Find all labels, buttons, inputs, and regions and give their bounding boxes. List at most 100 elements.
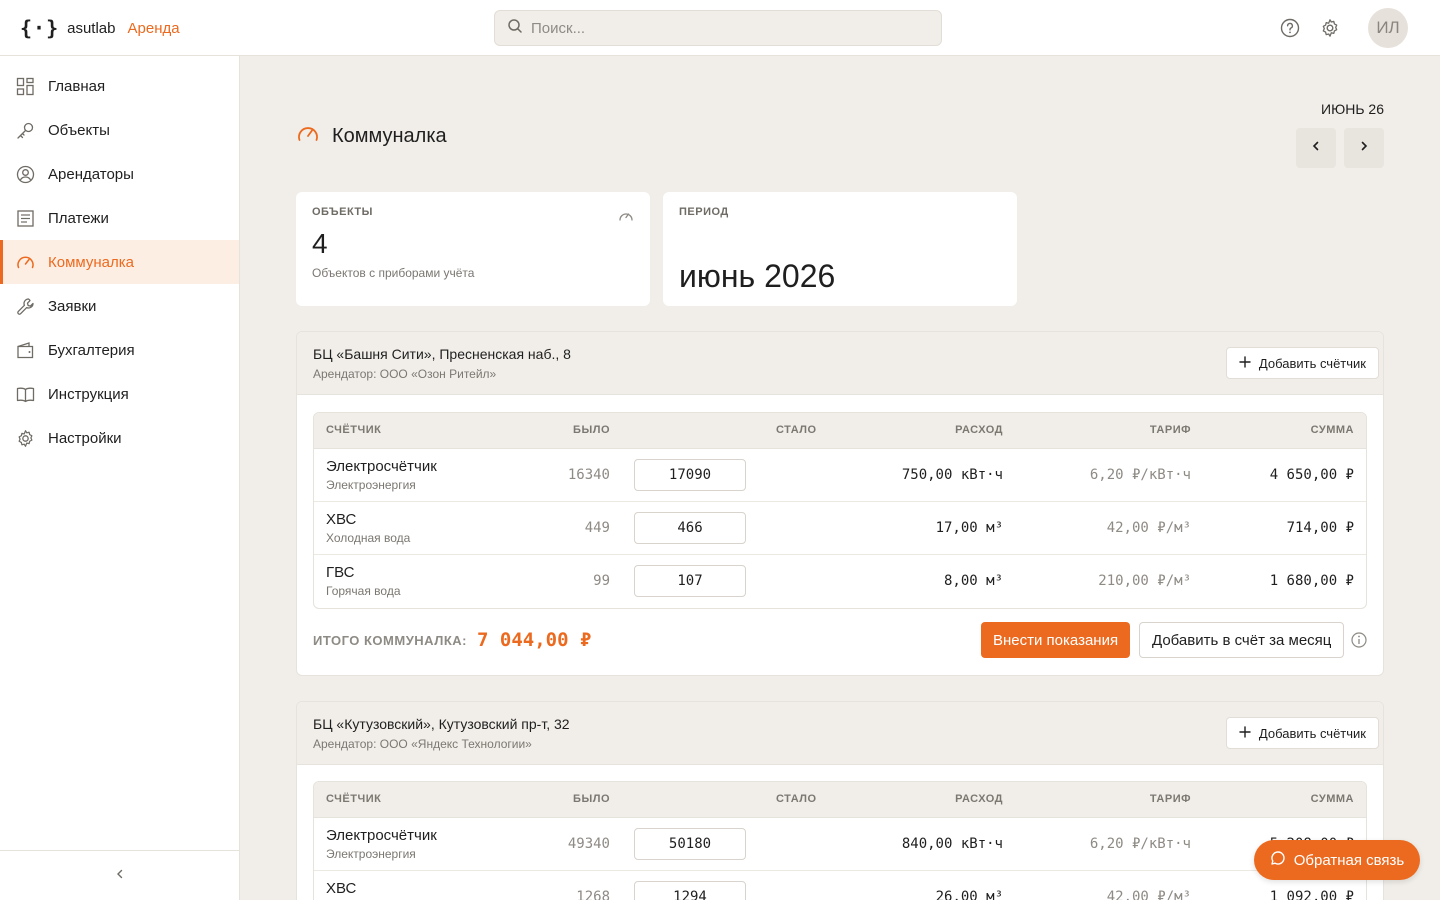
meter-sum: 714,00 ₽ [1286, 520, 1354, 536]
sidebar-item-requests[interactable]: Заявки [0, 284, 239, 328]
plus-icon [1239, 725, 1251, 741]
meter-usage: 8,00 м³ [943, 573, 1003, 589]
column-header-sum: СУММА [1310, 793, 1354, 805]
gauge-icon [296, 122, 320, 151]
meter-sum: 1 092,00 ₽ [1269, 889, 1354, 900]
meter-now-input[interactable] [634, 512, 746, 544]
help-icon[interactable] [1278, 16, 1302, 40]
sidebar: Главная Объекты Арендаторы Платежи Комму… [0, 56, 240, 900]
info-icon[interactable] [1350, 631, 1368, 649]
column-header-meter: СЧЁТЧИК [326, 424, 382, 436]
column-header-was: БЫЛО [573, 424, 610, 436]
main-content: Коммуналка ИЮНЬ 26 ОБЪЕКТЫ 4 Объектов с … [240, 56, 1440, 900]
brand-name: asutlab [67, 19, 116, 37]
top-bar: {·} asutlab Аренда ИЛ [0, 0, 1440, 56]
meter-was-value: 449 [584, 520, 610, 536]
meter-type: Холодная вода [326, 531, 411, 545]
meter-usage: 840,00 кВт·ч [901, 836, 1003, 852]
column-header-sum: СУММА [1310, 424, 1354, 436]
settings-gear-icon[interactable] [1318, 16, 1342, 40]
column-header-usage: РАСХОД [955, 793, 1003, 805]
brand[interactable]: {·} asutlab Аренда [20, 14, 180, 42]
search-icon [507, 18, 523, 39]
brand-logo: {·} [20, 16, 60, 40]
sidebar-item-tenants[interactable]: Арендаторы [0, 152, 239, 196]
next-period-button[interactable] [1344, 128, 1384, 168]
sidebar-item-label: Главная [48, 77, 106, 95]
table-row: Электросчётчик Электроэнергия 16340 750,… [314, 449, 1366, 502]
add-to-monthly-bill-button[interactable]: Добавить в счёт за месяц [1139, 622, 1345, 658]
object-tenant: Арендатор: ООО «Яндекс Технологии» [313, 737, 532, 751]
wrench-icon [16, 297, 35, 316]
table-row: ХВС Холодная вода 449 17,00 м³ 42,00 ₽/м… [314, 502, 1366, 555]
page-title: Коммуналка [332, 125, 447, 147]
meter-type: Горячая вода [326, 584, 401, 598]
meter-tariff: 42,00 ₽/м³ [1106, 889, 1191, 900]
feedback-label: Обратная связь [1293, 851, 1405, 869]
meter-now-input[interactable] [634, 565, 746, 597]
prev-period-button[interactable] [1296, 128, 1336, 168]
dashboard-icon [16, 77, 35, 96]
sidebar-item-settings[interactable]: Настройки [0, 416, 239, 460]
column-header-now: СТАЛО [776, 424, 817, 436]
total-value: 7 044,00 ₽ [477, 629, 592, 651]
table-row: Электросчётчик Электроэнергия 49340 840,… [314, 818, 1366, 871]
object-card: БЦ «Кутузовский», Кутузовский пр-т, 32 А… [296, 701, 1384, 900]
object-card: БЦ «Башня Сити», Пресненская наб., 8 Аре… [296, 331, 1384, 676]
add-meter-button[interactable]: Добавить счётчик [1225, 717, 1379, 749]
brand-accent: Аренда [127, 19, 180, 37]
table-header: СЧЁТЧИК БЫЛО СТАЛО РАСХОД ТАРИФ СУММА [314, 782, 1366, 818]
sidebar-item-payments[interactable]: Платежи [0, 196, 239, 240]
column-header-tariff: ТАРИФ [1149, 793, 1191, 805]
sidebar-item-label: Настройки [48, 429, 122, 447]
meter-was-value: 49340 [567, 836, 610, 852]
meter-tariff: 6,20 ₽/кВт·ч [1089, 836, 1191, 852]
meter-now-input[interactable] [634, 828, 746, 860]
table-header: СЧЁТЧИК БЫЛО СТАЛО РАСХОД ТАРИФ СУММА [314, 413, 1366, 449]
search-box[interactable] [494, 10, 942, 46]
sidebar-item-label: Заявки [48, 297, 97, 315]
user-avatar[interactable]: ИЛ [1368, 8, 1408, 48]
meter-type: Электроэнергия [326, 478, 416, 492]
sidebar-item-home[interactable]: Главная [0, 64, 239, 108]
stat-value: июнь 2026 [679, 258, 836, 294]
meter-sum: 1 680,00 ₽ [1269, 573, 1354, 589]
sidebar-item-label: Инструкция [48, 385, 129, 403]
gauge-icon [16, 253, 35, 272]
column-header-meter: СЧЁТЧИК [326, 793, 382, 805]
period-stat-card: ПЕРИОД июнь 2026 [663, 192, 1017, 306]
object-tenant: Арендатор: ООО «Озон Ритейл» [313, 367, 497, 381]
sidebar-item-label: Объекты [48, 121, 110, 139]
column-header-usage: РАСХОД [955, 424, 1003, 436]
add-meter-label: Добавить счётчик [1258, 725, 1366, 741]
gauge-icon [618, 208, 634, 229]
object-name: БЦ «Башня Сити», Пресненская наб., 8 [313, 346, 571, 362]
submit-readings-button[interactable]: Внести показания [981, 622, 1131, 658]
meter-name: Электросчётчик [326, 827, 437, 844]
meter-was-value: 16340 [567, 467, 610, 483]
add-meter-button[interactable]: Добавить счётчик [1225, 347, 1379, 379]
meter-table: СЧЁТЧИК БЫЛО СТАЛО РАСХОД ТАРИФ СУММА Эл… [313, 412, 1367, 609]
period-label: ИЮНЬ 26 [1321, 101, 1384, 117]
meter-tariff: 210,00 ₽/м³ [1098, 573, 1191, 589]
meter-name: ХВС [326, 880, 357, 897]
sidebar-item-manual[interactable]: Инструкция [0, 372, 239, 416]
book-icon [16, 385, 35, 404]
chevron-left-icon [1310, 139, 1322, 157]
meter-was-value: 99 [593, 573, 610, 589]
meter-tariff: 6,20 ₽/кВт·ч [1089, 467, 1191, 483]
sidebar-item-label: Платежи [48, 209, 109, 227]
meter-now-input[interactable] [634, 459, 746, 491]
column-header-tariff: ТАРИФ [1149, 424, 1191, 436]
sidebar-item-utilities[interactable]: Коммуналка [0, 240, 239, 284]
chevron-right-icon [1358, 139, 1370, 157]
table-row: ХВС Холодная вода 1268 26,00 м³ 42,00 ₽/… [314, 871, 1366, 900]
sidebar-item-objects[interactable]: Объекты [0, 108, 239, 152]
meter-now-input[interactable] [634, 881, 746, 900]
collapse-sidebar-button[interactable] [0, 850, 239, 900]
meter-name: Электросчётчик [326, 458, 437, 475]
sidebar-item-accounting[interactable]: Бухгалтерия [0, 328, 239, 372]
receipt-icon [16, 209, 35, 228]
feedback-button[interactable]: Обратная связь [1254, 840, 1420, 880]
search-input[interactable] [531, 19, 911, 37]
